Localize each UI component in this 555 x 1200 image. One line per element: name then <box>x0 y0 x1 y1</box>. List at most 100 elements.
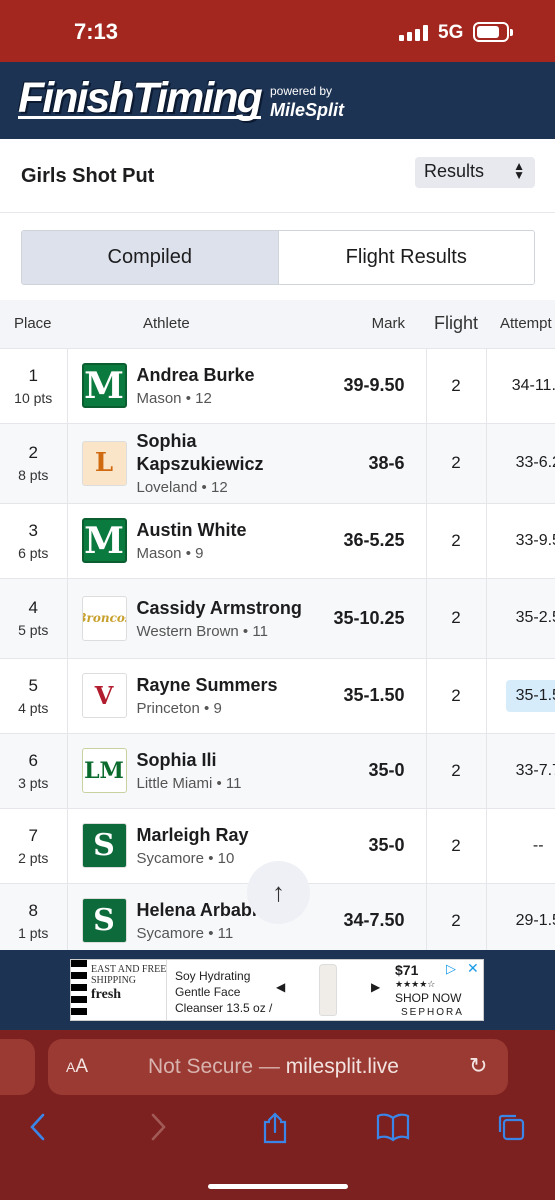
table-row[interactable]: 3 6 pts M Austin White Mason • 9 36-5.25 2 33-9… <box>0 502 555 578</box>
attempt-cell: 33-9.5 <box>486 502 555 578</box>
milesplit-logo[interactable]: MileSplit <box>270 100 344 121</box>
tab-compiled[interactable]: Compiled <box>22 231 279 284</box>
school-logo-icon: LM <box>81 748 127 793</box>
event-header: Girls Shot Put Results ▲ ▼ <box>0 139 555 213</box>
view-select[interactable]: Results ▲ ▼ <box>415 157 535 188</box>
table-row[interactable]: 6 3 pts LM Sophia Ili Little Miami • 11 35-0 2… <box>0 732 555 808</box>
athlete-name[interactable]: Helena Arbabi <box>137 899 257 922</box>
mark-cell: 39-9.50 <box>312 347 427 423</box>
chevron-updown-icon: ▲ ▼ <box>513 159 525 182</box>
athlete-school: Mason • 9 <box>136 545 204 562</box>
network-label: 5G <box>438 22 464 43</box>
ad-brand-name: fresh <box>91 987 122 1002</box>
table-row[interactable]: 2 8 pts L Sophia Kapszukiewicz Loveland • 12… <box>0 422 555 503</box>
place-cell: 2 8 pts <box>0 422 68 503</box>
school-logo-icon: Broncos <box>81 595 127 641</box>
school-logo-icon: S <box>81 823 127 868</box>
mark-cell: 35-0 <box>312 732 427 808</box>
place-number: 1 <box>28 365 38 385</box>
url-text: Not Secure — milesplit.live <box>148 1055 399 1079</box>
points-label: 2 pts <box>18 849 49 866</box>
attempt-value: 34-11.5 <box>511 376 555 394</box>
tabs-icon[interactable] <box>496 1112 526 1149</box>
athlete-name[interactable]: Austin White <box>137 519 247 542</box>
athlete-school: Western Brown • 11 <box>136 622 268 640</box>
reader-aa-button[interactable]: AA <box>66 1056 88 1078</box>
ad-prev-arrow-icon[interactable]: ◀ <box>276 980 285 994</box>
place-number: 4 <box>28 598 38 617</box>
browser-toolbar <box>0 1106 555 1151</box>
athlete-cell: Broncos Cassidy Armstrong Western Brown • … <box>67 577 312 658</box>
table-row[interactable]: 1 10 pts M Andrea Burke Mason • 12 39-9.50 2 34… <box>0 347 555 423</box>
ad-shipping-line2: SHIPPING <box>91 975 137 986</box>
attempt-cell: 35-2.5 <box>486 577 555 658</box>
flight-cell: 2 <box>426 502 487 578</box>
athlete-name[interactable]: Rayne Summers <box>137 674 278 697</box>
bookmarks-icon[interactable] <box>376 1112 410 1149</box>
athlete-name[interactable]: Cassidy Armstrong <box>137 597 302 620</box>
attempt-cell: 35-1.5 <box>486 657 555 733</box>
athlete-name[interactable]: Andrea Burke <box>137 364 255 387</box>
ad-rating-stars: ★★★★☆ <box>395 979 436 989</box>
column-header-athlete: Athlete <box>67 300 312 348</box>
address-bar[interactable]: AA Not Secure — milesplit.live ↻ <box>48 1039 508 1095</box>
mark-cell: 35-0 <box>312 807 427 883</box>
previous-tab-preview[interactable] <box>0 1039 35 1095</box>
athlete-name[interactable]: Sophia Ili <box>137 749 242 772</box>
ad-product-text: Soy Hydrating Gentle Face Cleanser 13.5 … <box>175 968 272 1016</box>
adchoices-icon[interactable]: ▷ <box>446 961 456 977</box>
view-select-value: Results <box>424 161 485 181</box>
attempt-value: 33-6.2 <box>515 454 555 471</box>
mark-cell: 34-7.50 <box>312 882 427 950</box>
powered-by-label: powered by <box>270 84 333 98</box>
home-indicator <box>208 1184 348 1189</box>
chevron-right-icon <box>148 1112 168 1149</box>
reload-icon[interactable]: ↻ <box>469 1053 487 1079</box>
mark-cell: 36-5.25 <box>312 502 427 578</box>
athlete-school: Loveland • 12 <box>136 479 228 496</box>
ad-shop-now-button[interactable]: SHOP NOW <box>395 991 461 1005</box>
attempt-value: 33-9.5 <box>515 531 555 549</box>
athlete-cell: LM Sophia Ili Little Miami • 11 <box>67 732 312 808</box>
ad-close-icon[interactable]: ✕ <box>467 960 479 977</box>
athlete-school: Mason • 12 <box>136 390 212 407</box>
points-label: 6 pts <box>18 544 49 561</box>
points-label: 10 pts <box>14 389 53 406</box>
place-cell: 6 3 pts <box>0 732 68 808</box>
ad-banner-area: EAST AND FREE SHIPPING fresh Soy Hydrati… <box>0 950 555 1030</box>
athlete-name[interactable]: Marleigh Ray <box>137 824 249 847</box>
ad-price: $71 <box>395 962 419 978</box>
school-logo-icon: M <box>81 363 127 408</box>
points-label: 8 pts <box>18 467 49 483</box>
place-number: 7 <box>28 825 38 845</box>
table-row[interactable]: 4 5 pts Broncos Cassidy Armstrong Western Br… <box>0 577 555 658</box>
ad-product-line3: Cleanser 13.5 oz / <box>175 1001 273 1015</box>
flight-cell: 2 <box>426 577 487 658</box>
tab-flight-results[interactable]: Flight Results <box>278 231 534 284</box>
sephora-ad[interactable]: EAST AND FREE SHIPPING fresh Soy Hydrati… <box>70 959 484 1021</box>
share-icon[interactable] <box>260 1112 290 1151</box>
signal-icon <box>399 25 431 41</box>
points-label: 1 pts <box>18 924 49 941</box>
table-row[interactable]: 5 4 pts V Rayne Summers Princeton • 9 35-1.50… <box>0 657 555 733</box>
school-logo-icon: V <box>81 673 127 718</box>
points-label: 4 pts <box>18 699 49 716</box>
place-number: 2 <box>28 443 38 462</box>
athlete-name[interactable]: Sophia Kapszukiewicz <box>137 430 313 476</box>
scroll-to-top-button[interactable]: ↑ <box>247 861 310 924</box>
athlete-school: Sycamore • 11 <box>136 925 234 943</box>
place-number: 3 <box>28 520 38 540</box>
url-domain: milesplit.live <box>285 1055 399 1078</box>
chevron-left-icon[interactable] <box>28 1112 48 1149</box>
ad-stripe-graphic <box>71 960 87 1020</box>
column-header-attempts: Attempt <box>486 300 555 348</box>
mark-cell: 35-1.50 <box>312 657 427 733</box>
athlete-school: Sycamore • 10 <box>136 850 235 867</box>
finishtiming-logo[interactable]: FinishTiming <box>18 74 263 123</box>
attempt-value: 33-7.7 <box>515 761 555 779</box>
flight-cell: 2 <box>426 347 487 423</box>
school-logo-icon: L <box>81 440 127 486</box>
ad-shipping-line1: EAST AND FREE <box>91 964 167 975</box>
ad-next-arrow-icon[interactable]: ▶ <box>371 980 380 994</box>
attempt-cell: 33-6.2 <box>486 422 555 503</box>
